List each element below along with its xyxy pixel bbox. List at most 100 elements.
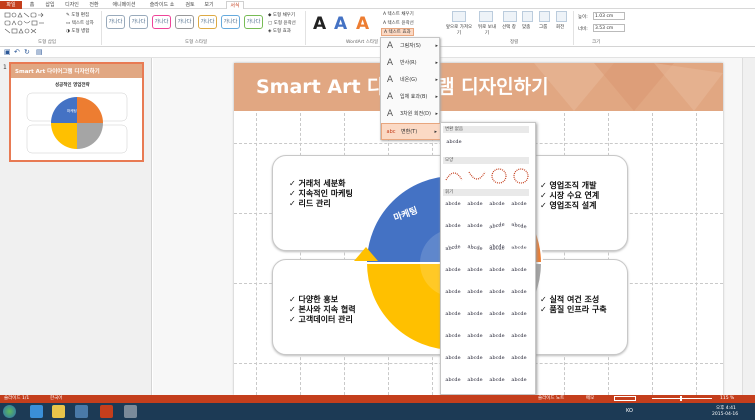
bullet-tr-1[interactable]: ✓ 영업조직 개발 [540, 181, 596, 191]
menu-item-reflection[interactable]: A 반사(R) ▸ [381, 55, 441, 72]
shape-style-6[interactable]: 가나다 [221, 15, 240, 29]
menu-item-glow[interactable]: A 네온(G) ▸ [381, 72, 441, 89]
bullet-bl-1[interactable]: ✓ 다양한 홍보 [289, 295, 338, 305]
wordart-style-2[interactable]: A [334, 14, 347, 34]
bullet-bl-2[interactable]: ✓ 본사와 지속 협력 [289, 305, 356, 315]
transform-none[interactable]: abcde [444, 137, 464, 147]
warp-option[interactable]: abcde [509, 309, 529, 319]
tab-animations[interactable]: 애니메이션 [106, 1, 142, 9]
warp-option[interactable]: abcde [465, 221, 485, 231]
follow-path-gallery[interactable] [443, 166, 533, 186]
view-buttons[interactable] [614, 396, 636, 401]
warp-option[interactable]: abcde [509, 353, 529, 363]
text-fill-button[interactable]: A 텍스트 채우기 [383, 11, 414, 17]
warp-option[interactable]: abcde [487, 375, 507, 385]
menu-item-3d-rotation[interactable]: A 3차원 회전(D) ▸ [381, 106, 441, 123]
text-outline-button[interactable]: A 텍스트 윤곽선 [383, 20, 414, 26]
notes-button[interactable]: 슬라이드 노트 [538, 395, 564, 403]
warp-option[interactable]: abcde [443, 265, 463, 275]
slideshow-start-icon[interactable]: ▤ [36, 48, 43, 56]
tab-transitions[interactable]: 전환 [86, 1, 102, 9]
shape-style-5[interactable]: 가나다 [198, 15, 217, 29]
merge-shapes-button[interactable]: ◑ 도형 병합 [66, 28, 89, 34]
bullet-bl-3[interactable]: ✓ 고객데이터 관리 [289, 315, 353, 325]
shape-gallery[interactable] [3, 11, 63, 37]
slide-thumbnail[interactable]: Smart Art 다이어그램 디자인하기 성공적인 영업전략 마케팅 [9, 62, 144, 162]
zoom-slider-thumb[interactable] [680, 396, 682, 401]
tab-review[interactable]: 검토 [182, 1, 198, 9]
vertical-scrollbar[interactable] [742, 58, 755, 395]
bring-forward-button[interactable]: 앞으로 가져오기 [445, 24, 473, 36]
wordart-style-3[interactable]: A [356, 14, 369, 34]
comments-button[interactable]: 메모 [586, 395, 594, 403]
warp-option[interactable]: abcde [509, 265, 529, 275]
warp-option[interactable]: abcde [509, 375, 529, 385]
textbox-button[interactable]: ▭ 텍스트 상자 [66, 20, 94, 26]
explorer-icon[interactable] [52, 405, 65, 418]
warp-option[interactable]: abcde [465, 309, 485, 319]
shape-outline-button[interactable]: ▢ 도형 윤곽선 [268, 20, 296, 26]
warp-option[interactable]: abcde [442, 242, 463, 255]
bullet-tr-2[interactable]: ✓ 시장 수요 연계 [540, 191, 599, 201]
bullet-tl-3[interactable]: ✓ 리드 관리 [289, 199, 331, 209]
wordart-style-1[interactable]: A [313, 14, 326, 34]
powerpoint-icon[interactable] [100, 405, 113, 418]
media-player-icon[interactable] [75, 405, 88, 418]
warp-option[interactable]: abcde [443, 331, 463, 341]
warp-option[interactable]: abcde [443, 375, 463, 385]
zoom-level[interactable]: 115 % [720, 395, 734, 403]
shape-style-3[interactable]: 가나다 [152, 15, 171, 29]
align-button[interactable]: 맞춤 [522, 24, 530, 30]
warp-option[interactable]: abcde [487, 241, 507, 255]
warp-option[interactable]: abcde [443, 353, 463, 363]
text-effects-button[interactable]: A 텍스트 효과 [381, 28, 414, 36]
bullet-tl-2[interactable]: ✓ 지속적인 마케팅 [289, 189, 353, 199]
tab-file[interactable]: 파일 [0, 1, 22, 9]
warp-option[interactable]: abcde [487, 353, 507, 363]
warp-option[interactable]: abcde [465, 265, 485, 275]
shape-style-2[interactable]: 가나다 [129, 15, 148, 29]
start-button-icon[interactable] [3, 405, 16, 418]
warp-option[interactable]: abcde [487, 309, 507, 319]
tab-format[interactable]: 서식 [226, 1, 244, 9]
zoom-slider[interactable] [652, 398, 712, 399]
tab-design[interactable]: 디자인 [62, 1, 82, 9]
bullet-br-1[interactable]: ✓ 실적 여건 조성 [540, 295, 599, 305]
rotate-button[interactable]: 회전 [556, 24, 564, 30]
menu-item-bevel[interactable]: A 입체 효과(B) ▸ [381, 89, 441, 106]
warp-option[interactable]: abcde [465, 287, 485, 297]
shape-style-4[interactable]: 가나다 [175, 15, 194, 29]
warp-option[interactable]: abcde [443, 221, 463, 231]
warp-option[interactable]: abcde [509, 287, 529, 297]
width-input[interactable]: 3.53 cm [593, 24, 625, 32]
redo-icon[interactable]: ↻ [24, 48, 30, 56]
warp-option[interactable]: abcde [443, 199, 463, 209]
group-button[interactable]: 그룹 [539, 24, 547, 30]
warp-option[interactable]: abcde [487, 265, 507, 275]
warp-option[interactable]: abcde [465, 353, 485, 363]
warp-option[interactable]: abcde [509, 245, 529, 252]
language-indicator[interactable]: 한국어 [50, 395, 62, 403]
tab-insert[interactable]: 삽입 [42, 1, 58, 9]
warp-option[interactable]: abcde [464, 242, 485, 255]
tray-language[interactable]: KO [626, 408, 633, 414]
menu-item-transform[interactable]: abc 변환(T) ▸ [381, 123, 441, 140]
shape-style-1[interactable]: 가나다 [106, 15, 125, 29]
height-input[interactable]: 1.03 cm [593, 12, 625, 20]
undo-icon[interactable]: ↶ [14, 48, 20, 56]
send-backward-button[interactable]: 뒤로 보내기 [476, 24, 498, 36]
warp-option[interactable]: abcde [443, 309, 463, 319]
warp-option[interactable]: abcde [487, 199, 507, 209]
paint-icon[interactable] [124, 405, 137, 418]
warp-option[interactable]: abcde [509, 219, 529, 233]
shape-effects-button[interactable]: ◈ 도형 효과 [268, 28, 291, 34]
warp-option[interactable]: abcde [465, 331, 485, 341]
warp-option[interactable]: abcde [465, 199, 485, 209]
warp-option[interactable]: abcde [509, 331, 529, 341]
bullet-br-2[interactable]: ✓ 품질 인프라 구축 [540, 305, 607, 315]
edit-shape-button[interactable]: ✎ 도형 편집 [66, 12, 89, 18]
shape-style-7[interactable]: 가나다 [244, 15, 263, 29]
warp-option[interactable]: abcde [443, 287, 463, 297]
warp-option[interactable]: abcde [487, 331, 507, 341]
bullet-tl-1[interactable]: ✓ 거래처 세분화 [289, 179, 345, 189]
